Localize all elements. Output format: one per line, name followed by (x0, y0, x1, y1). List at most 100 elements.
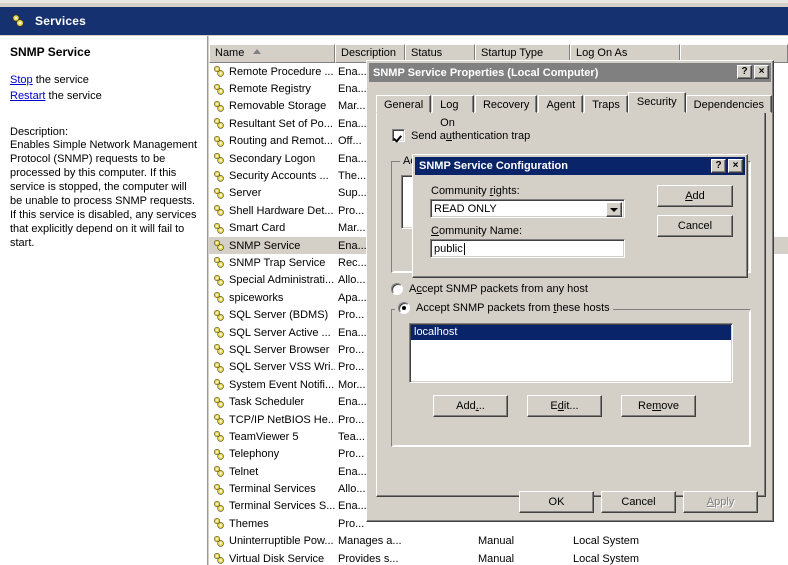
host-add-button[interactable]: Add... (433, 395, 508, 417)
service-name: Server (229, 187, 262, 200)
cell-name: TCP/IP NetBIOS He... (209, 413, 335, 426)
service-startup-type: Manual (478, 535, 515, 548)
service-gear-icon (212, 535, 226, 548)
service-gear-icon (212, 239, 226, 252)
accept-any-host-label: Accept SNMP packets from any host (409, 283, 588, 295)
cell-name: System Event Notifi... (209, 378, 335, 391)
help-icon[interactable]: ? (711, 159, 726, 173)
cell-name: Remote Procedure ... (209, 65, 335, 78)
cell-name: SQL Server Active ... (209, 326, 335, 339)
service-gear-icon (212, 152, 226, 165)
accept-any-host-radio[interactable] (391, 283, 403, 295)
cell-name: Secondary Logon (209, 152, 335, 165)
send-authentication-trap-checkbox[interactable] (392, 129, 405, 142)
stop-service-line: Stop the service (10, 73, 199, 88)
accept-any-host-row[interactable]: Accept SNMP packets from any host (391, 283, 588, 295)
community-rights-select[interactable]: READ ONLY (430, 199, 625, 218)
cell-name: Virtual Disk Service (209, 552, 335, 565)
tab-traps[interactable]: Traps (584, 95, 628, 113)
hosts-listbox[interactable]: localhost (409, 323, 733, 383)
service-gear-icon (212, 65, 226, 78)
service-name: Routing and Remot... (229, 135, 333, 148)
column-header-label: Log On As (576, 47, 628, 59)
stop-service-link[interactable]: Stop (10, 74, 33, 86)
snmp-service-properties-dialog: SNMP Service Properties (Local Computer)… (366, 60, 774, 522)
cell-name: Terminal Services S... (209, 500, 335, 513)
list-item[interactable]: localhost (411, 325, 731, 340)
service-name: Terminal Services (229, 483, 316, 496)
config-cancel-button[interactable]: Cancel (657, 215, 733, 237)
help-icon[interactable]: ? (737, 65, 752, 79)
service-name: Telephony (229, 448, 280, 461)
tab-general[interactable]: General (376, 95, 432, 113)
cell-name: Server (209, 187, 335, 200)
cell-name: SQL Server VSS Wri... (209, 361, 335, 374)
accept-these-hosts-row[interactable]: Accept SNMP packets from these hosts (395, 302, 613, 314)
cell-name: SQL Server Browser (209, 343, 335, 356)
service-name: SQL Server Browser (229, 343, 330, 356)
service-gear-icon (212, 465, 226, 478)
community-rights-label: Community rights: (431, 185, 520, 197)
send-authentication-trap-row[interactable]: Send authentication trap (392, 129, 530, 142)
service-name: Remote Procedure ... (229, 65, 334, 78)
service-gear-icon (212, 378, 226, 391)
properties-title: SNMP Service Properties (Local Computer) (373, 66, 599, 79)
restart-service-link[interactable]: Restart (10, 90, 45, 102)
cell-name: Uninterruptible Pow... (209, 535, 335, 548)
service-log-on-as: Local System (573, 535, 640, 548)
table-row[interactable]: Uninterruptible Pow... Manages a... Manual… (209, 533, 788, 550)
service-gear-icon (212, 326, 226, 339)
service-gear-icon (212, 448, 226, 461)
selected-service-title: SNMP Service (10, 45, 91, 59)
ok-button[interactable]: OK (519, 491, 594, 513)
service-name: TeamViewer 5 (229, 430, 299, 443)
tab-agent[interactable]: Agent (538, 95, 584, 113)
service-description: Manages a... (338, 535, 402, 548)
community-name-label: Community Name: (431, 225, 523, 237)
table-row[interactable]: Virtual Disk Service Provides s... Manual L… (209, 550, 788, 565)
apply-button: Apply (683, 491, 758, 513)
close-icon[interactable]: × (754, 65, 769, 79)
tab-log-on[interactable]: Log On (432, 95, 474, 129)
cell-name: Task Scheduler (209, 396, 335, 409)
description-label: Description: (10, 126, 69, 138)
close-icon[interactable]: × (728, 159, 743, 173)
service-gear-icon (212, 187, 226, 200)
accept-these-hosts-radio[interactable] (398, 302, 410, 314)
cell-name: Special Administrati... (209, 274, 335, 287)
service-gear-icon (212, 100, 226, 113)
column-header-name[interactable]: Name (209, 44, 335, 63)
cell-name: Terminal Services (209, 483, 335, 496)
properties-titlebar: SNMP Service Properties (Local Computer)… (369, 63, 771, 82)
service-name: SQL Server Active ... (229, 326, 331, 339)
host-edit-button[interactable]: Ed it... (527, 395, 602, 417)
service-gear-icon (212, 500, 226, 513)
service-name: SNMP Trap Service (229, 256, 326, 269)
service-description-pane: SNMP Service Stop the service Restart th… (0, 36, 208, 565)
service-gear-icon (212, 361, 226, 374)
tab-security[interactable]: Security (627, 92, 686, 113)
tab-dependencies[interactable]: Dependencies (685, 95, 772, 113)
chevron-down-icon[interactable] (606, 202, 622, 217)
cell-name: Resultant Set of Po... (209, 117, 335, 130)
service-name: Telnet (229, 465, 259, 478)
cell-name: Smart Card (209, 222, 335, 235)
config-add-button[interactable]: Add (657, 185, 733, 207)
service-name: SQL Server VSS Wri... (229, 361, 335, 374)
service-name: Smart Card (229, 222, 286, 235)
service-startup-type: Manual (478, 552, 515, 565)
snmp-service-configuration-dialog: SNMP Service Configuration ? × Community… (412, 154, 748, 278)
tab-recovery[interactable]: Recovery (474, 95, 538, 113)
community-name-input[interactable]: public (430, 239, 625, 258)
restart-service-line: Restart the service (10, 89, 199, 104)
service-name: Shell Hardware Det... (229, 204, 334, 217)
description-text: Enables Simple Network Management Protoc… (10, 139, 198, 249)
host-remove-button[interactable]: Re m ove (621, 395, 696, 417)
service-name: Removable Storage (229, 100, 327, 113)
send-authentication-trap-label: Send authentication trap (411, 129, 531, 142)
service-gear-icon (212, 274, 226, 287)
service-gear-icon (212, 256, 226, 269)
cell-name: Shell Hardware Det... (209, 204, 335, 217)
cancel-button[interactable]: Cancel (601, 491, 676, 513)
cell-name: SNMP Service (209, 239, 335, 252)
